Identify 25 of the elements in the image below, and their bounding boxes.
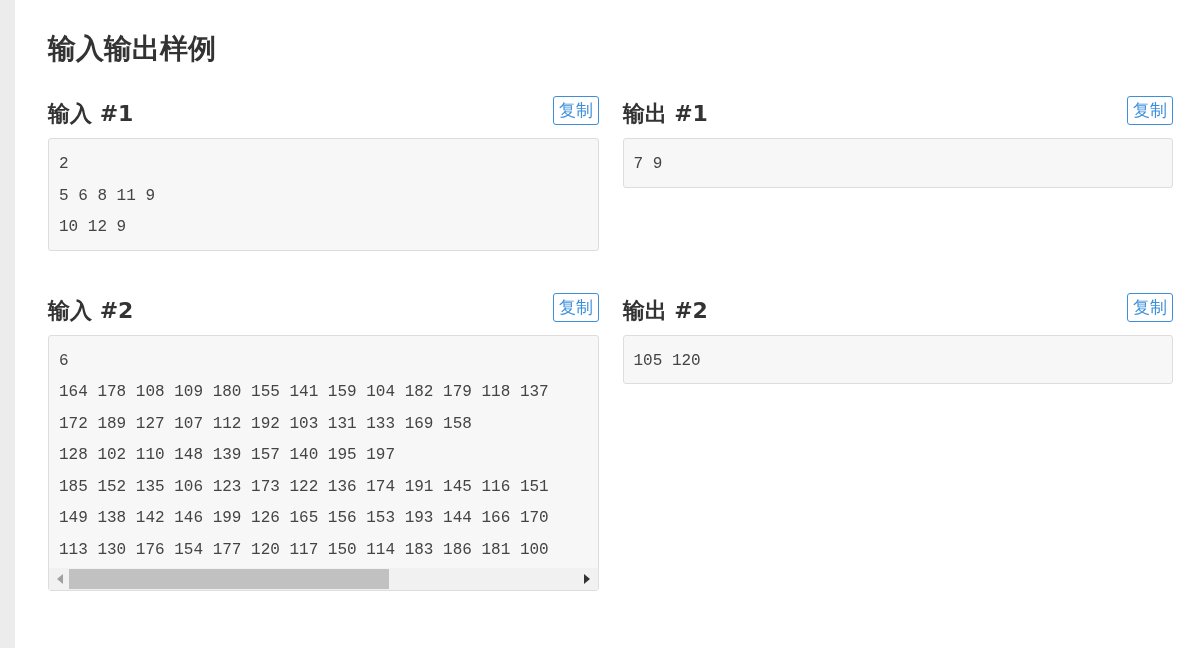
code-line: 164 178 108 109 180 155 141 159 104 182 179 118 137	[59, 382, 550, 403]
code-line: 113 130 176 154 177 120 117 150 114 183 186 181 100	[59, 539, 550, 561]
code-line: 6	[59, 350, 70, 372]
code-line: 185 152 135 106 123 173 122 136 174 191 145 116 151	[59, 476, 550, 498]
copy-button[interactable]: 复制	[1127, 292, 1173, 322]
scroll-right-icon[interactable]	[583, 574, 590, 584]
sample-heading: 输出 #2	[622, 296, 708, 325]
code-line: 5 6 8 11 9	[59, 185, 156, 207]
horizontal-scrollbar[interactable]	[49, 568, 598, 590]
code-line: 105 120	[633, 350, 702, 372]
sample-heading: 输入 #1	[48, 100, 134, 128]
code-line: 149 138 142 146 199 126 165 156 153 193 144 166 170	[59, 508, 550, 529]
copy-button[interactable]: 复制	[552, 292, 599, 322]
scroll-left-icon[interactable]	[57, 574, 63, 584]
code-line: 128 102 110 148 139 157 140 195 197	[59, 445, 397, 466]
copy-button[interactable]: 复制	[1127, 96, 1173, 125]
scrollbar-thumb[interactable]	[69, 569, 389, 589]
sample-heading: 输入 #2	[48, 296, 134, 325]
code-line: 2	[59, 154, 70, 175]
code-line: 7 9	[633, 154, 664, 175]
copy-button[interactable]: 复制	[552, 96, 599, 125]
section-title: 输入输出样例	[48, 31, 217, 67]
code-line: 172 189 127 107 112 192 103 131 133 169 158	[59, 413, 473, 435]
sample-heading: 输出 #1	[622, 100, 708, 128]
code-line: 10 12 9	[59, 217, 128, 238]
